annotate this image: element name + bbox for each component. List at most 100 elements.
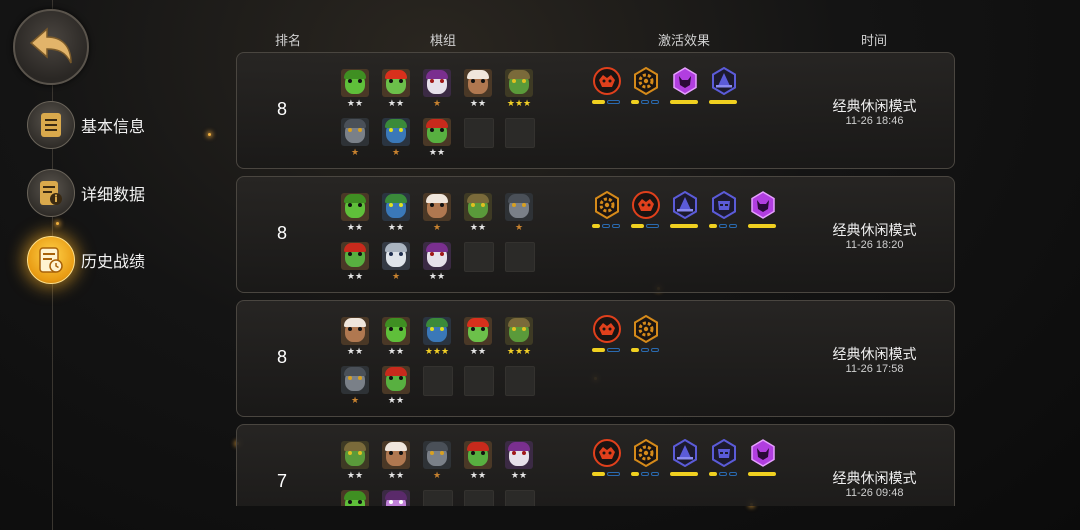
synergy-progress-segment: [719, 224, 727, 228]
unit-portrait-turban[interactable]: [464, 69, 492, 97]
synergy-progress-segment: [719, 472, 727, 476]
synergy-progress-bar: [631, 100, 661, 104]
unit-portrait-mech[interactable]: [505, 193, 533, 221]
unit-eye: [358, 451, 362, 455]
unit-portrait-robot[interactable]: [423, 317, 451, 345]
unit-eye: [348, 252, 352, 256]
unit-headgear: [426, 70, 448, 79]
demon-icon[interactable]: [671, 67, 699, 95]
match-rank: 8: [276, 99, 287, 119]
back-button[interactable]: [13, 9, 89, 85]
assassin-icon[interactable]: [710, 190, 738, 220]
mage-hat-icon[interactable]: [671, 190, 699, 220]
unit-eye: [512, 203, 516, 207]
unit-portrait-ghost[interactable]: [382, 242, 410, 270]
assassin-icon[interactable]: [710, 438, 738, 468]
demon-icon[interactable]: [749, 191, 777, 219]
unit-eye: [348, 500, 352, 504]
synergy-progress-segment: [607, 100, 620, 104]
unit-portrait-orc[interactable]: [341, 441, 369, 469]
unit-portrait-bandit2[interactable]: [341, 242, 369, 270]
unit-portrait-demon[interactable]: [505, 441, 533, 469]
unit-eye: [389, 79, 393, 83]
beast-icon[interactable]: [593, 439, 621, 467]
unit-portrait-mech[interactable]: [341, 118, 369, 146]
match-record-card[interactable]: 7 ★★ ★★ ★ ★★ ★★ 经典休闲模式 11-26 09:48: [236, 424, 955, 506]
demon-icon[interactable]: [749, 439, 777, 467]
unit-eye: [358, 252, 362, 256]
sidebar-item-match-history[interactable]: 历史战绩: [27, 236, 145, 284]
sidebar-item-basic-info[interactable]: 基本信息: [27, 101, 145, 149]
match-history-list[interactable]: 8 ★★ ★★ ★ ★★ ★★★ ★ ★ ★★ 经典休闲模式 11-26 18:46 8 ★★ ★★ ★ ★★…: [236, 52, 956, 506]
match-record-card[interactable]: 8 ★★ ★★ ★ ★★ ★★★ ★ ★ ★★ 经典休闲模式 11-26 18:46: [236, 52, 955, 169]
beast-icon[interactable]: [593, 67, 621, 95]
beast-icon[interactable]: [593, 315, 621, 343]
unit-portrait-bandit[interactable]: [382, 69, 410, 97]
unit-headgear: [344, 119, 366, 128]
unit-eye: [399, 203, 403, 207]
synergy-progress-bar: [592, 472, 622, 476]
synergy-progress-bar: [631, 224, 661, 228]
unit-eye: [389, 327, 393, 331]
gear-icon[interactable]: [632, 438, 660, 468]
unit-eye: [348, 79, 352, 83]
unit-portrait-robot[interactable]: [382, 118, 410, 146]
unit-portrait-bandit2[interactable]: [464, 441, 492, 469]
unit-eye: [430, 203, 434, 207]
unit-eye: [481, 327, 485, 331]
unit-star-rating: ★★: [387, 346, 405, 356]
synergy-progress-bar: [670, 100, 700, 104]
unit-eye: [440, 203, 444, 207]
unit-eye: [440, 79, 444, 83]
unit-portrait-orc[interactable]: [464, 193, 492, 221]
unit-portrait-orc[interactable]: [505, 317, 533, 345]
unit-portrait-bandit2[interactable]: [423, 118, 451, 146]
synergy-progress-bar: [709, 100, 739, 104]
match-mode: 经典休闲模式: [832, 470, 917, 486]
unit-portrait-bandit[interactable]: [464, 317, 492, 345]
unit-eye: [430, 79, 434, 83]
synergy-progress-segment: [646, 224, 659, 228]
unit-star-rating: ★★★: [424, 346, 450, 356]
unit-headgear: [426, 243, 448, 252]
unit-star-rating: ★: [514, 222, 524, 232]
unit-portrait-turban[interactable]: [423, 193, 451, 221]
unit-portrait-demon[interactable]: [423, 69, 451, 97]
unit-star-rating: ★: [350, 147, 360, 157]
synergy-progress-segment: [729, 472, 737, 476]
unit-portrait-mech[interactable]: [423, 441, 451, 469]
unit-eye: [399, 79, 403, 83]
unit-portrait-turban[interactable]: [382, 441, 410, 469]
unit-star-rating: ★★: [346, 222, 364, 232]
unit-eye: [512, 327, 516, 331]
unit-portrait-mask[interactable]: [382, 490, 410, 506]
synergy-progress-segment: [670, 100, 698, 104]
unit-portrait-goblin[interactable]: [341, 69, 369, 97]
unit-portrait-demon[interactable]: [423, 242, 451, 270]
match-time: 11-26 17:58: [845, 363, 904, 375]
mage-hat-icon[interactable]: [710, 66, 738, 96]
unit-portrait-goblin[interactable]: [341, 193, 369, 221]
unit-portrait-goblin[interactable]: [341, 490, 369, 506]
gear-icon[interactable]: [593, 190, 621, 220]
unit-portrait-orc[interactable]: [505, 69, 533, 97]
unit-star-rating: ★★: [346, 346, 364, 356]
match-record-card[interactable]: 8 ★★ ★★ ★ ★★ ★ ★★ ★ ★★ 经典休闲模式 11-26 18:20: [236, 176, 955, 293]
gear-icon[interactable]: [632, 314, 660, 344]
synergy-progress-bar: [670, 224, 700, 228]
unit-portrait-mech[interactable]: [341, 366, 369, 394]
match-record-card[interactable]: 8 ★★ ★★ ★★★ ★★ ★★★ ★ ★★ 经典休闲模式 11-26 17:58: [236, 300, 955, 417]
unit-portrait-goblin[interactable]: [382, 317, 410, 345]
unit-portrait-turban[interactable]: [341, 317, 369, 345]
column-header-time: 时间: [861, 33, 888, 48]
beast-icon[interactable]: [632, 191, 660, 219]
unit-eye: [389, 252, 393, 256]
mage-hat-icon[interactable]: [671, 438, 699, 468]
unit-eye: [481, 203, 485, 207]
unit-portrait-bandit2[interactable]: [382, 366, 410, 394]
gear-icon[interactable]: [632, 66, 660, 96]
synergy-progress-bar: [592, 224, 622, 228]
sidebar-item-label: 历史战绩: [81, 254, 146, 271]
unit-portrait-robot[interactable]: [382, 193, 410, 221]
sidebar-item-detailed-data[interactable]: 详细数据: [27, 169, 145, 217]
